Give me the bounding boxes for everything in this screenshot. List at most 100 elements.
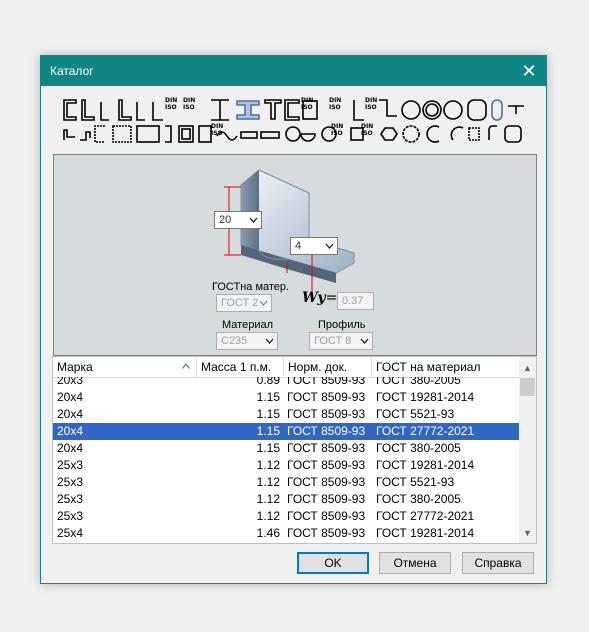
iso-label: ISO bbox=[361, 130, 373, 137]
rounded-rect-profile-icon[interactable] bbox=[504, 125, 522, 143]
din-label: DIN bbox=[301, 97, 313, 104]
sort-ascending-icon bbox=[182, 363, 190, 369]
hex-profile-icon[interactable] bbox=[443, 100, 463, 120]
round-bar-profile-icon[interactable] bbox=[285, 126, 301, 142]
table-cell: 1.15 bbox=[256, 407, 280, 421]
z-channel-profile-icon[interactable] bbox=[508, 105, 524, 114]
cee-round-profile-icon[interactable] bbox=[426, 125, 440, 143]
table-row[interactable]: 20x4 1.15 ГОСТ 8509-93 ГОСТ 380-2005 bbox=[53, 440, 519, 457]
rail-profile-icon[interactable] bbox=[353, 100, 364, 121]
corner-tube-profile-icon[interactable] bbox=[468, 127, 480, 141]
thickness-value: 4 bbox=[295, 240, 302, 252]
profile-preview: 20 4 ГОСТна матер. ГОСТ 2 Wy= 0.37 Матер… bbox=[53, 154, 537, 356]
scroll-up-icon[interactable]: ▲ bbox=[519, 359, 536, 376]
close-icon[interactable]: ✕ bbox=[512, 56, 546, 86]
arc-profile-icon[interactable] bbox=[450, 126, 464, 141]
jay-profile-icon[interactable] bbox=[80, 131, 91, 141]
vertical-scrollbar[interactable]: ▲ ▼ bbox=[519, 357, 536, 543]
column-header-mark[interactable]: Марка bbox=[53, 357, 197, 377]
rect-tube-profile-icon[interactable] bbox=[178, 125, 194, 143]
table-cell: ГОСТ 8509-93 bbox=[287, 441, 366, 455]
table-cell: ГОСТ 8509-93 bbox=[287, 390, 366, 404]
chevron-down-icon bbox=[325, 243, 334, 249]
table-cell: ГОСТ 380-2005 bbox=[376, 441, 461, 455]
table-cell: ГОСТ 27772-2021 bbox=[376, 509, 475, 523]
column-header-gost-material[interactable]: ГОСТ на материал bbox=[372, 357, 519, 377]
iso-label: ISO bbox=[301, 104, 313, 111]
table-cell: 20x4 bbox=[57, 390, 84, 404]
profile-combo[interactable]: ГОСТ 8 bbox=[309, 332, 373, 350]
table-cell: 1.15 bbox=[256, 424, 280, 438]
iso-label: ISO bbox=[211, 130, 223, 137]
table-row[interactable]: 25x3 1.12 ГОСТ 8509-93 ГОСТ 5521-93 bbox=[53, 474, 519, 491]
table-cell: 1.12 bbox=[256, 475, 280, 489]
angle-thin-profile-icon[interactable] bbox=[100, 102, 109, 121]
oval-tube-profile-icon[interactable] bbox=[467, 99, 487, 121]
table-row[interactable]: 25x4 1.46 ГОСТ 8509-93 ГОСТ 19281-2014 bbox=[53, 525, 519, 542]
chevron-down-icon bbox=[249, 217, 258, 223]
column-header-mass[interactable]: Масса 1 п.м. bbox=[197, 357, 284, 377]
ok-button[interactable]: OK bbox=[297, 552, 369, 574]
oval-profile-icon[interactable] bbox=[491, 99, 503, 121]
table-cell: 25x3 bbox=[57, 509, 84, 523]
table-row[interactable]: 20x3 0.89 ГОСТ 8509-93 ГОСТ 380-2005 bbox=[53, 377, 519, 389]
beam-profile-icon[interactable] bbox=[211, 99, 229, 121]
catalog-table: Марка Масса 1 п.м. Норм. док. ГОСТ на ма… bbox=[52, 356, 537, 544]
cancel-button[interactable]: Отмена bbox=[379, 552, 451, 574]
channel-wide-profile-icon[interactable] bbox=[284, 99, 300, 121]
strip-profile-icon[interactable] bbox=[260, 131, 280, 139]
table-cell: 1.12 bbox=[256, 492, 280, 506]
angle-iso-profile-icon[interactable] bbox=[152, 102, 163, 121]
table-cell: ГОСТ 8509-93 bbox=[287, 526, 366, 540]
angle-profile-icon[interactable] bbox=[81, 99, 95, 121]
height-combo[interactable]: 20 bbox=[214, 211, 262, 229]
din-label: DIN bbox=[329, 97, 341, 104]
iso-label: ISO bbox=[183, 104, 195, 111]
omega-profile-icon[interactable] bbox=[488, 125, 497, 140]
tee-profile-icon[interactable] bbox=[264, 99, 282, 120]
table-cell: ГОСТ 8509-93 bbox=[287, 492, 366, 506]
table-row[interactable]: 20x4 1.15 ГОСТ 8509-93 ГОСТ 19281-2014 bbox=[53, 389, 519, 406]
angle-profile-3d-icon bbox=[224, 169, 355, 295]
tube-profile-icon[interactable] bbox=[422, 100, 442, 120]
table-cell: ГОСТ 8509-93 bbox=[287, 509, 366, 523]
iso-label: ISO bbox=[165, 104, 177, 111]
scroll-down-icon[interactable]: ▼ bbox=[519, 524, 536, 541]
angle-din-profile-icon[interactable] bbox=[136, 102, 145, 121]
cee-lipped-profile-icon[interactable] bbox=[94, 125, 105, 143]
half-round-profile-icon[interactable] bbox=[300, 133, 316, 142]
material-value: С235 bbox=[221, 335, 248, 347]
table-row[interactable]: 25x3 1.12 ГОСТ 8509-93 ГОСТ 19281-2014 bbox=[53, 457, 519, 474]
table-row[interactable]: 25x3 1.12 ГОСТ 8509-93 ГОСТ 380-2005 bbox=[53, 491, 519, 508]
angle-unequal-profile-icon[interactable] bbox=[118, 99, 132, 121]
table-cell: 25x4 bbox=[57, 526, 84, 540]
din-label: DIN bbox=[183, 97, 195, 104]
double-channel-profile-icon[interactable] bbox=[136, 125, 160, 143]
column-header-norm-doc[interactable]: Норм. док. bbox=[284, 357, 372, 377]
box-lipped-profile-icon[interactable] bbox=[112, 125, 132, 143]
hat-profile-icon[interactable] bbox=[165, 125, 172, 143]
thickness-combo[interactable]: 4 bbox=[290, 237, 338, 255]
catalog-dialog: Каталог ✕ DIN ISO DIN ISO DIN ISO DIN IS… bbox=[40, 55, 547, 584]
angle-lip-profile-icon[interactable] bbox=[63, 129, 75, 140]
table-row[interactable]: 25x3 1.12 ГОСТ 8509-93 ГОСТ 27772-2021 bbox=[53, 508, 519, 525]
flat-bar-profile-icon[interactable] bbox=[240, 131, 258, 139]
table-cell: ГОСТ 5521-93 bbox=[376, 407, 455, 421]
chevron-down-icon bbox=[360, 338, 369, 344]
wide-beam-profile-icon[interactable] bbox=[236, 100, 260, 120]
zed-profile-icon[interactable] bbox=[379, 99, 397, 117]
table-row[interactable]: 20x4 1.15 ГОСТ 8509-93 ГОСТ 27772-2021 bbox=[53, 423, 519, 440]
iso-label: ISO bbox=[331, 130, 343, 137]
window-title: Каталог bbox=[50, 64, 94, 78]
hexagon-profile-icon[interactable] bbox=[380, 127, 398, 141]
gost-material-combo[interactable]: ГОСТ 2 bbox=[216, 294, 272, 312]
scroll-thumb[interactable] bbox=[520, 378, 535, 396]
rect-tube-thin-profile-icon[interactable] bbox=[198, 125, 212, 143]
gear-tube-profile-icon[interactable] bbox=[402, 125, 420, 143]
round-profile-icon[interactable] bbox=[401, 100, 421, 120]
channel-profile-icon[interactable] bbox=[63, 99, 77, 121]
material-combo[interactable]: С235 bbox=[216, 332, 278, 350]
help-button[interactable]: Справка bbox=[462, 552, 534, 574]
table-row[interactable]: 20x4 1.15 ГОСТ 8509-93 ГОСТ 5521-93 bbox=[53, 406, 519, 423]
title-bar: Каталог ✕ bbox=[41, 56, 546, 86]
